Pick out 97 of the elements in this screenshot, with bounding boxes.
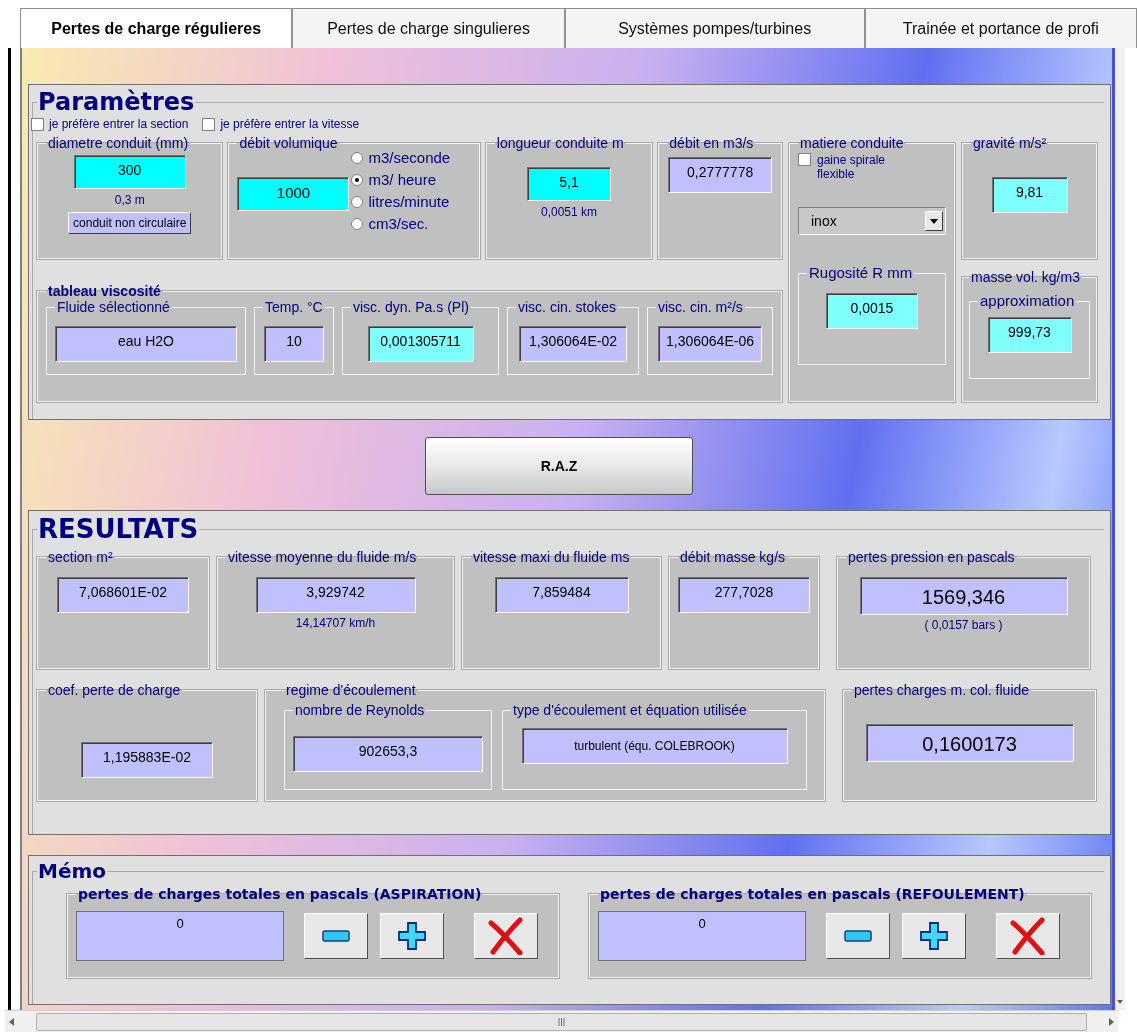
- plus-icon: [397, 920, 427, 951]
- unit-note: 0,0051 km: [541, 204, 598, 221]
- section-title: RESULTATS: [37, 515, 200, 543]
- material-select[interactable]: inox: [798, 207, 946, 235]
- input-field[interactable]: 999,73: [987, 317, 1072, 353]
- input-field[interactable]: 300: [73, 155, 186, 189]
- tab[interactable]: Trainée et portance de profi: [864, 8, 1137, 48]
- group-label: visc. dyn. Pa.s (Pl): [352, 299, 470, 315]
- radio-button[interactable]: [351, 218, 364, 230]
- output-field: 0: [76, 910, 284, 961]
- input-field[interactable]: 9,81: [991, 177, 1068, 213]
- section-title: Mémo: [37, 860, 108, 882]
- radio-label: cm3/sec.: [368, 213, 429, 234]
- group-label: type d'écoulement et équation utilisée: [512, 702, 748, 718]
- group-label: pertes de charges totales en pascals (REFOULEMENT): [599, 886, 1026, 902]
- group-label: pertes charges m. col. fluide: [853, 682, 1031, 698]
- group-label: pertes pression en pascals: [847, 549, 1016, 565]
- scroll-right-icon: [1109, 1017, 1114, 1026]
- tab[interactable]: Pertes de charge régulieres: [20, 8, 293, 48]
- input-field[interactable]: 5,1: [527, 167, 612, 201]
- group-label: visc. cin. stokes: [517, 299, 618, 315]
- subtract-button[interactable]: [826, 912, 890, 959]
- minus-icon: [844, 929, 872, 942]
- output-field: 1569,346: [859, 577, 1068, 615]
- radio-button[interactable]: [351, 174, 364, 186]
- output-field: 0,2777778: [668, 157, 773, 193]
- checkbox[interactable]: [202, 117, 216, 131]
- group-label: débit en m3/s: [668, 135, 755, 151]
- output-field: 7,859484: [494, 577, 629, 613]
- group-label: regime d'écoulement: [285, 682, 417, 698]
- output-field: 0,1600173: [865, 724, 1074, 762]
- group-label: pertes de charges totales en pascals (ASPIRATION): [77, 886, 483, 902]
- scroll-left-icon: [9, 1017, 14, 1026]
- cross-icon: [1009, 916, 1047, 955]
- group-label: masse vol. kg/m3: [970, 269, 1081, 285]
- radio-label: litres/minute: [368, 191, 450, 212]
- output-field: turbulent (équ. COLEBROOK): [521, 728, 788, 764]
- checkbox-label: je préfère entrer la vitesse: [220, 116, 360, 133]
- scroll-down-icon: [1117, 1000, 1123, 1004]
- group-label: Fluide sélectionné: [56, 299, 171, 315]
- checkbox-label: je préfère entrer la section: [49, 116, 189, 133]
- group-label: vitesse maxi du fluide ms: [472, 549, 631, 565]
- reset-button[interactable]: R.A.Z: [425, 437, 693, 495]
- output-field: 277,7028: [678, 577, 810, 613]
- cross-icon: [487, 916, 525, 955]
- output-field: eau H2O: [55, 325, 237, 362]
- clear-button[interactable]: [996, 912, 1060, 959]
- group-label: nombre de Reynolds: [294, 702, 426, 718]
- checkbox-label: gaine spirale flexible: [817, 153, 887, 181]
- radio-label: m3/ heure: [368, 169, 437, 190]
- clear-button[interactable]: [474, 912, 538, 959]
- group-label: vitesse moyenne du fluide m/s: [227, 549, 418, 565]
- group-label: débit volumique: [238, 135, 339, 151]
- output-field: 1,306064E-06: [658, 325, 762, 362]
- unit-note: 0,3 m: [114, 192, 145, 209]
- plus-icon: [919, 920, 949, 951]
- radio-button[interactable]: [351, 196, 364, 208]
- input-field[interactable]: 0,001305711: [367, 325, 474, 362]
- grip-icon: [558, 1017, 565, 1026]
- radio-label: m3/seconde: [368, 147, 451, 168]
- add-button[interactable]: [902, 912, 966, 959]
- vertical-scrollbar[interactable]: [1115, 48, 1125, 1010]
- add-button[interactable]: [380, 912, 444, 959]
- radio-button[interactable]: [351, 152, 364, 164]
- subtract-button[interactable]: [304, 912, 368, 959]
- output-field: 0: [598, 910, 806, 961]
- group-label: coef. perte de charge: [47, 682, 182, 698]
- group-label: débit masse kg/s: [679, 549, 787, 565]
- group-label: matiere conduite: [799, 135, 905, 151]
- section-title: Paramètres: [37, 89, 196, 115]
- group-label: longueur conduite m: [495, 135, 625, 151]
- group-label: Temp. °C: [264, 299, 324, 315]
- output-field: 1,306064E-02: [519, 325, 627, 362]
- checkbox[interactable]: [798, 153, 811, 166]
- output-field: 3,929742: [255, 577, 416, 613]
- input-field[interactable]: 0,0015: [826, 293, 918, 329]
- checkbox[interactable]: [31, 117, 44, 131]
- unit-note: ( 0,0157 bars ): [924, 617, 1003, 634]
- group-label: visc. cin. m²/s: [657, 299, 744, 315]
- unit-note: 14,14707 km/h: [295, 615, 376, 632]
- input-field[interactable]: 1000: [237, 177, 350, 211]
- scroll-thumb[interactable]: [36, 1012, 1087, 1031]
- tab[interactable]: Pertes de charge singulieres: [292, 8, 565, 48]
- output-field: 10: [264, 325, 324, 362]
- output-field: 1,195883E-02: [81, 742, 213, 778]
- group-label: approximation: [979, 293, 1076, 309]
- output-field: 7,068601E-02: [57, 577, 189, 613]
- minus-icon: [322, 929, 350, 942]
- tab[interactable]: Systèmes pompes/turbines: [564, 8, 865, 48]
- group-label: Rugosité R mm: [808, 265, 914, 281]
- group-label: section m²: [47, 549, 114, 565]
- group-label: gravité m/s²: [972, 135, 1048, 151]
- non-circular-button[interactable]: conduit non circulaire: [68, 212, 192, 234]
- output-field: 902653,3: [293, 736, 483, 772]
- group-label: tableau viscosité: [47, 283, 162, 299]
- horizontal-scrollbar[interactable]: [5, 1010, 1118, 1032]
- group-label: diametre conduit (mm): [47, 135, 190, 151]
